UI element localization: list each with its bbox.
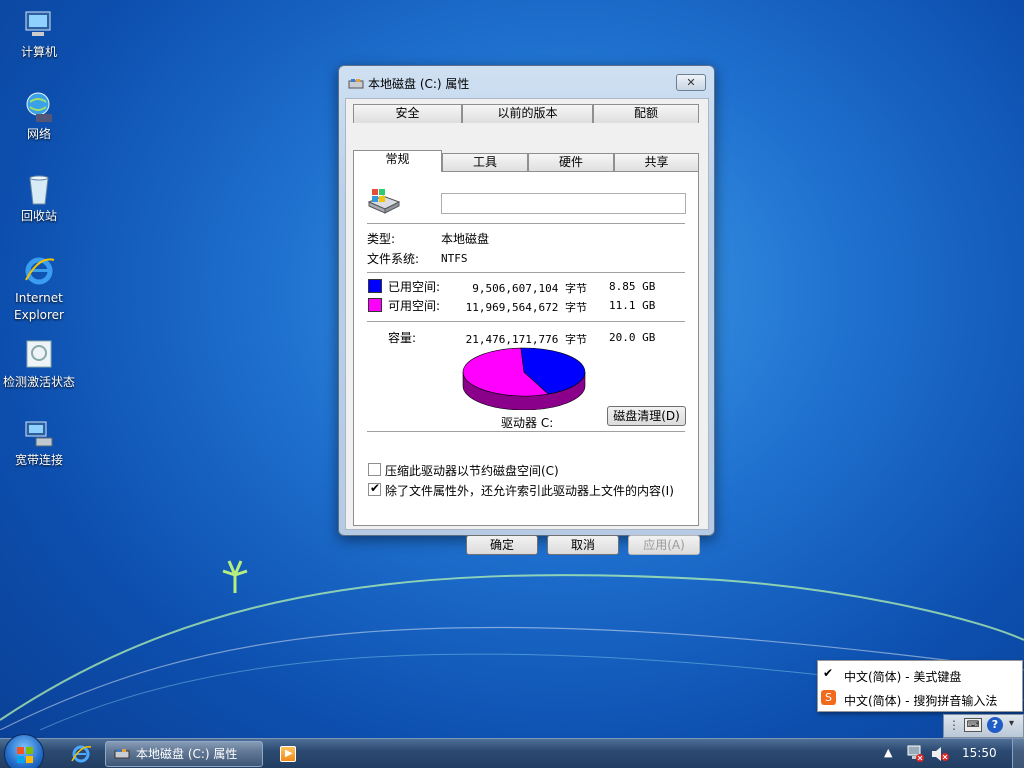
volume-muted-icon[interactable]	[930, 745, 950, 763]
show-desktop-button[interactable]	[1012, 739, 1024, 768]
windows-logo-icon	[17, 747, 33, 763]
desktop-icon-label: 宽带连接	[14, 453, 63, 467]
taskbar-window-label: 本地磁盘 (C:) 属性	[136, 747, 238, 761]
desktop-icon-internet-explorer[interactable]: Internet Explorer	[2, 254, 76, 324]
show-hidden-icons-arrow[interactable]: ▲	[884, 746, 892, 759]
close-button[interactable]: ✕	[676, 74, 706, 91]
drive-icon	[114, 749, 130, 759]
general-panel: 类型: 本地磁盘 文件系统: NTFS 已用空间: 9,506,607,104 …	[353, 171, 699, 526]
language-menu: ✔ 中文(简体) - 美式键盘 S 中文(简体) - 搜狗拼音输入法	[817, 660, 1023, 712]
clock[interactable]: 15:50	[962, 746, 997, 760]
computer-icon	[25, 11, 51, 36]
tab-general[interactable]: 常规	[353, 150, 442, 172]
separator	[367, 431, 685, 432]
help-icon[interactable]: ?	[987, 717, 1003, 733]
filesystem-value: NTFS	[441, 252, 468, 265]
used-space-gb: 8.85 GB	[609, 280, 656, 293]
disk-usage-pie-chart	[462, 347, 586, 410]
dialog-body: 安全 以前的版本 配额 常规 工具 硬件 共享 类型: 本地磁盘 文件系统: N…	[345, 98, 709, 555]
desktop-icon-label: 计算机	[20, 45, 57, 59]
used-space-swatch	[368, 279, 382, 293]
activation-check-icon	[26, 340, 52, 368]
separator	[367, 272, 685, 273]
index-checkbox[interactable]: ✔	[368, 481, 381, 496]
title-bar[interactable]: 本地磁盘 (C:) 属性 ✕	[339, 66, 714, 98]
apply-button[interactable]: 应用(A)	[628, 535, 700, 555]
type-label: 类型:	[367, 232, 396, 246]
free-space-label: 可用空间:	[388, 299, 441, 313]
tab-tools[interactable]: 工具	[442, 153, 528, 172]
start-button[interactable]	[4, 734, 44, 768]
local-disk-icon	[367, 189, 401, 214]
used-space-bytes: 9,506,607,104 字节	[472, 282, 587, 295]
volume-name-input[interactable]	[441, 193, 686, 214]
tab-security[interactable]: 安全	[353, 104, 462, 123]
grip-icon: ⋮	[948, 718, 960, 732]
drive-icon	[348, 79, 364, 89]
internet-explorer-icon	[25, 257, 55, 285]
desktop-icon-activation-check[interactable]: 检测激活状态	[2, 338, 76, 390]
network-icon	[26, 92, 52, 122]
media-player-icon[interactable]: ▶	[280, 746, 296, 762]
cancel-button[interactable]: 取消	[547, 535, 619, 555]
desktop-icon-label: 网络	[26, 127, 51, 141]
filesystem-label: 文件系统:	[367, 252, 420, 266]
language-menu-item-label: 中文(简体) - 搜狗拼音输入法	[844, 694, 998, 708]
type-value: 本地磁盘	[441, 232, 490, 246]
internet-explorer-taskbar-icon[interactable]	[70, 743, 92, 765]
tab-quota[interactable]: 配额	[593, 104, 699, 123]
free-space-bytes: 11,969,564,672 字节	[465, 301, 587, 314]
free-space-swatch	[368, 298, 382, 312]
broadband-connection-icon	[25, 421, 53, 447]
checkmark-icon: ✔	[370, 481, 381, 495]
options-arrow-icon[interactable]: ▾	[1009, 718, 1014, 729]
tab-sharing[interactable]: 共享	[614, 153, 699, 172]
taskbar-window-button[interactable]: 本地磁盘 (C:) 属性	[105, 741, 263, 767]
drive-label: 驱动器 C:	[501, 416, 554, 430]
language-menu-item[interactable]: S 中文(简体) - 搜狗拼音输入法	[818, 688, 1022, 710]
capacity-label: 容量:	[388, 331, 417, 345]
network-status-icon[interactable]	[906, 745, 926, 763]
ok-button[interactable]: 确定	[466, 535, 538, 555]
dialog-title: 本地磁盘 (C:) 属性	[368, 77, 470, 91]
language-menu-item-label: 中文(简体) - 美式键盘	[844, 670, 962, 684]
desktop-icon-network[interactable]: 网络	[2, 90, 76, 142]
separator	[367, 321, 685, 322]
tab-hardware[interactable]: 硬件	[528, 153, 614, 172]
desktop-icon-recycle-bin[interactable]: 回收站	[2, 172, 76, 224]
language-bar: ⋮ ⌨ ? ▾	[943, 714, 1024, 738]
desktop-icon-label: Internet Explorer	[14, 291, 64, 322]
compress-label: 压缩此驱动器以节约磁盘空间(C)	[385, 464, 559, 478]
capacity-bytes: 21,476,171,776 字节	[465, 333, 587, 346]
keyboard-icon[interactable]: ⌨	[964, 718, 982, 732]
desktop-icon-label: 检测激活状态	[2, 375, 75, 389]
sogou-icon: S	[821, 690, 836, 705]
taskbar: 本地磁盘 (C:) 属性 ▶ ▲ 15:50	[0, 734, 1024, 768]
capacity-gb: 20.0 GB	[609, 331, 656, 344]
language-menu-item[interactable]: ✔ 中文(简体) - 美式键盘	[818, 664, 1022, 686]
disk-cleanup-button[interactable]: 磁盘清理(D)	[607, 406, 686, 426]
check-icon: ✔	[823, 666, 834, 680]
used-space-label: 已用空间:	[388, 280, 441, 294]
recycle-bin-icon	[29, 175, 49, 205]
tab-previous-versions[interactable]: 以前的版本	[462, 104, 593, 123]
desktop-icon-label: 回收站	[20, 209, 57, 223]
desktop-icon-broadband[interactable]: 宽带连接	[2, 416, 76, 468]
compress-checkbox[interactable]	[368, 463, 381, 476]
separator	[367, 223, 685, 224]
properties-dialog: 本地磁盘 (C:) 属性 ✕ 安全 以前的版本 配额 常规 工具 硬件 共享 类…	[338, 65, 715, 555]
free-space-gb: 11.1 GB	[609, 299, 656, 312]
desktop-icon-computer[interactable]: 计算机	[2, 8, 76, 60]
index-label: 除了文件属性外，还允许索引此驱动器上文件的内容(I)	[385, 484, 674, 498]
